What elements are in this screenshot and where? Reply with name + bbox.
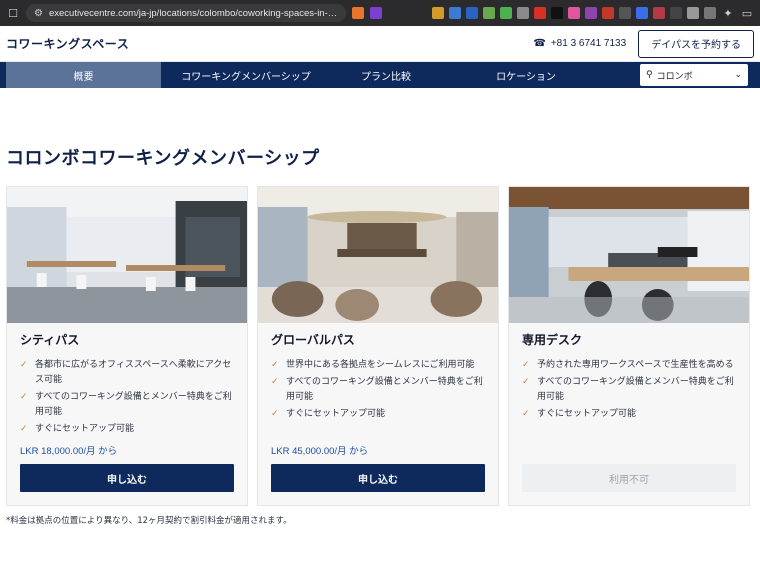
extension-icon[interactable] (585, 7, 597, 19)
pricing-footnote: *料金は拠点の位置により異なり、12ヶ月契約で割引料金が適用されます。 (6, 516, 292, 526)
extension-icon[interactable] (602, 7, 614, 19)
apply-button[interactable]: 申し込む (271, 464, 485, 492)
extension-icon[interactable] (466, 7, 478, 19)
extension-icon[interactable] (636, 7, 648, 19)
nav-tab-locations[interactable]: ロケーション (441, 62, 611, 88)
page-title: コロンボコワーキングメンバーシップ (6, 148, 320, 169)
plan-price: LKR 18,000.00/月 から (20, 446, 118, 457)
plan-title: 専用デスク (522, 333, 583, 347)
extension-icon[interactable] (704, 7, 716, 19)
check-icon: ✓ (20, 360, 28, 370)
feature-item: ✓ すぐにセットアップ可能 (271, 407, 485, 422)
feature-item: ✓ すべてのコワーキング設備とメンバー特典をご利用可能 (522, 375, 736, 405)
phone-number: +81 3 6741 7133 (550, 38, 627, 49)
nav-tab-coworking-membership[interactable]: コワーキングメンバーシップ (161, 62, 331, 88)
plan-title: シティパス (20, 333, 80, 347)
plan-cards: シティパス ✓ 各都市に広がるオフィススペースへ柔軟にアクセス可能 ✓ すべての… (6, 186, 754, 506)
desk-photo (509, 187, 749, 323)
site-info-icon[interactable]: ⚙ (34, 8, 43, 19)
feature-item: ✓ すべてのコワーキング設備とメンバー特典をご利用可能 (271, 375, 485, 405)
feature-item: ✓ 予約された専用ワークスペースで生産性を高める (522, 358, 736, 373)
feature-text: 各都市に広がるオフィススペースへ柔軟にアクセス可能 (35, 360, 232, 385)
plan-title: グローバルパス (271, 333, 355, 347)
check-icon: ✓ (522, 360, 530, 370)
site-header: コワーキングスペース ☎ +81 3 6741 7133 デイパスを予約する (0, 26, 760, 62)
check-icon: ✓ (20, 392, 28, 402)
extension-icon[interactable] (687, 7, 699, 19)
extension-icon[interactable] (568, 7, 580, 19)
extension-icon[interactable] (517, 7, 529, 19)
extension-icon[interactable] (653, 7, 665, 19)
check-icon: ✓ (271, 409, 279, 419)
url-text: executivecentre.com/ja-jp/locations/colo… (48, 7, 338, 19)
location-select[interactable]: ⚲ コロンボ ⌄ (640, 64, 748, 86)
chevron-down-icon: ⌄ (734, 70, 742, 80)
map-pin-icon: ⚲ (646, 70, 653, 80)
feature-text: すべてのコワーキング設備とメンバー特典をご利用可能 (537, 377, 734, 402)
address-bar[interactable]: ⚙ executivecentre.com/ja-jp/locations/co… (26, 4, 346, 22)
extension-icon[interactable] (483, 7, 495, 19)
feature-text: 予約された専用ワークスペースで生産性を高める (537, 360, 734, 370)
extension-icon[interactable] (449, 7, 461, 19)
feature-item: ✓ 各都市に広がるオフィススペースへ柔軟にアクセス可能 (20, 358, 234, 388)
check-icon: ✓ (522, 377, 530, 387)
plan-card: 専用デスク ✓ 予約された専用ワークスペースで生産性を高める ✓ すべてのコワー… (508, 186, 750, 506)
plan-card: グローバルパス ✓ 世界中にある各拠点をシームレスにご利用可能 ✓ すべてのコワ… (257, 186, 499, 506)
nav-tab-overview[interactable]: 概要 (6, 62, 161, 88)
check-icon: ✓ (522, 409, 530, 419)
extension-icon[interactable] (500, 7, 512, 19)
check-icon: ✓ (20, 424, 28, 434)
extension-icon[interactable] (534, 7, 546, 19)
feature-item: ✓ すぐにセットアップ可能 (20, 422, 234, 437)
feature-text: すべてのコワーキング設備とメンバー特典をご利用可能 (286, 377, 483, 402)
bookmark-icon[interactable]: ☐ (6, 6, 20, 20)
book-day-pass-button[interactable]: デイパスを予約する (638, 29, 754, 58)
extensions-puzzle-icon[interactable]: ✦ (721, 6, 735, 20)
browser-toolbar: ☐ ⚙ executivecentre.com/ja-jp/locations/… (0, 0, 760, 26)
location-value: コロンボ (656, 71, 693, 82)
plan-card: シティパス ✓ 各都市に広がるオフィススペースへ柔軟にアクセス可能 ✓ すべての… (6, 186, 248, 506)
office-photo (7, 187, 247, 323)
feature-text: 世界中にある各拠点をシームレスにご利用可能 (286, 360, 475, 370)
check-icon: ✓ (271, 377, 279, 387)
feature-text: すべてのコワーキング設備とメンバー特典をご利用可能 (35, 392, 232, 417)
feature-item: ✓ すぐにセットアップ可能 (522, 407, 736, 422)
unavailable-button: 利用不可 (522, 464, 736, 492)
feature-item: ✓ すべてのコワーキング設備とメンバー特典をご利用可能 (20, 390, 234, 420)
nav-tab-plan-comparison[interactable]: プラン比較 (331, 62, 441, 88)
apply-button[interactable]: 申し込む (20, 464, 234, 492)
feature-text: すぐにセットアップ可能 (35, 424, 135, 434)
warning-icon[interactable] (370, 7, 382, 19)
extension-icon[interactable] (551, 7, 563, 19)
phone-icon: ☎ (533, 38, 546, 49)
feature-item: ✓ 世界中にある各拠点をシームレスにご利用可能 (271, 358, 485, 373)
sidebar-icon[interactable]: ▭ (740, 6, 754, 20)
plan-price: LKR 45,000.00/月 から (271, 446, 369, 457)
brand-logo[interactable]: コワーキングスペース (6, 35, 129, 52)
extension-icon[interactable] (619, 7, 631, 19)
section-nav: 概要 コワーキングメンバーシップ プラン比較 ロケーション ⚲ コロンボ ⌄ (0, 62, 760, 88)
lounge-photo (258, 187, 498, 323)
check-icon: ✓ (271, 360, 279, 370)
extension-icon[interactable] (670, 7, 682, 19)
phone-link[interactable]: ☎ +81 3 6741 7133 (533, 38, 626, 49)
extension-icon[interactable] (432, 7, 444, 19)
feature-text: すぐにセットアップ可能 (286, 409, 386, 419)
feature-text: すぐにセットアップ可能 (537, 409, 637, 419)
brave-icon[interactable] (352, 7, 364, 19)
main-content: コロンボコワーキングメンバーシップ シティパス ✓ 各都市に広がるオフィススペー… (0, 144, 760, 526)
